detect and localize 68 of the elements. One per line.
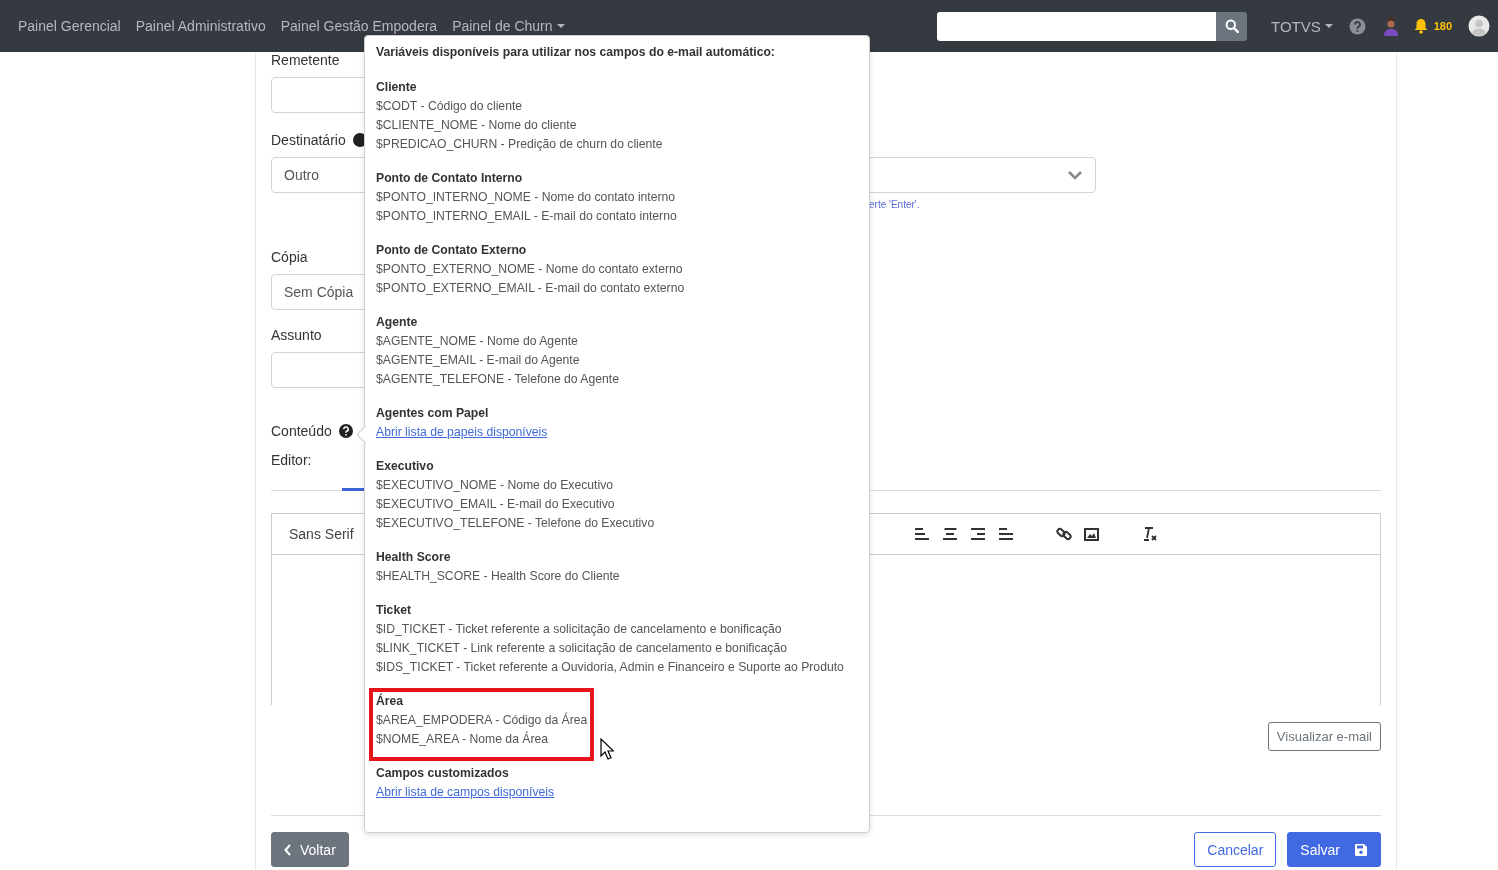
variable-line: $AREA_EMPODERA - Código da Área [376, 711, 588, 729]
field-label: Editor: [271, 452, 312, 468]
nav-link[interactable]: Painel Gerencial [18, 18, 121, 34]
variable-line: $PONTO_EXTERNO_NOME - Nome do contato externo [376, 261, 684, 278]
nav-link[interactable]: Painel de Churn [452, 18, 565, 34]
variable-line: $PONTO_INTERNO_NOME - Nome do contato interno [376, 189, 677, 206]
clear-format-icon[interactable] [1141, 526, 1158, 542]
field-hint: erte 'Enter'. [869, 199, 920, 211]
bell-icon[interactable] [1413, 18, 1428, 34]
variable-line: $AGENTE_NOME - Nome do Agente [376, 333, 579, 350]
variable-line: $HEALTH_SCORE - Health Score do Cliente [376, 568, 620, 585]
section-title: Agentes com Papel [376, 405, 490, 422]
section-title: Ticket [376, 602, 412, 619]
field-label: Destinatário [271, 132, 346, 148]
cursor-icon [600, 738, 614, 760]
org-menu[interactable]: TOTVS [1271, 17, 1333, 35]
section-title: Executivo [376, 458, 435, 475]
caret-icon [1324, 24, 1333, 28]
link-icon[interactable] [1056, 526, 1072, 542]
variable-line: $LINK_TICKET - Link referente a solicitação de cancelamento e bonificação [376, 640, 788, 657]
align-icon[interactable] [942, 527, 958, 541]
preview-button[interactable]: Visualizar e-mail [1267, 722, 1381, 751]
back-button[interactable]: Voltar [271, 832, 349, 867]
list-link[interactable]: Abrir lista de campos disponíveis [376, 783, 555, 802]
variable-line: $EXECUTIVO_NOME - Nome do Executivo [376, 477, 615, 494]
nav-link[interactable]: Painel Administrativo [135, 18, 266, 34]
user-figure-icon[interactable] [1381, 16, 1400, 36]
align-icon[interactable] [998, 527, 1014, 541]
list-link[interactable]: Abrir lista de papeis disponíveis [376, 423, 548, 442]
section-title: Área [376, 692, 405, 710]
variable-line: $AGENTE_EMAIL - E-mail do Agente [376, 352, 581, 369]
variable-line: $ID_TICKET - Ticket referente a solicitação de cancelamento e bonificação [376, 621, 783, 638]
search-icon [1224, 19, 1239, 33]
section-title: Health Score [376, 549, 452, 566]
save-button[interactable]: Salvar [1287, 832, 1381, 867]
section-title: Ponto de Contato Externo [376, 242, 528, 259]
field-label: Cópia [271, 249, 308, 265]
section-title: Ponto de Contato Interno [376, 170, 524, 187]
image-icon[interactable] [1084, 527, 1099, 541]
section-title: Campos customizados [376, 765, 510, 782]
section-title: Agente [376, 314, 419, 331]
field-label: Conteúdo [271, 423, 332, 439]
cancel-button[interactable]: Cancelar [1194, 832, 1277, 867]
section-title: Cliente [376, 79, 418, 96]
variable-line: $EXECUTIVO_TELEFONE - Telefone do Executivo [376, 515, 655, 532]
field-label: Remetente [271, 52, 340, 68]
notification-count: 180 [1433, 20, 1453, 32]
align-icon[interactable] [970, 527, 986, 541]
variable-line: $EXECUTIVO_EMAIL - E-mail do Executivo [376, 496, 616, 513]
help-icon[interactable] [338, 424, 353, 438]
avatar-icon[interactable] [1468, 15, 1491, 37]
search-field[interactable] [937, 11, 1216, 41]
search-button[interactable] [1216, 11, 1247, 41]
variable-line: $NOME_AREA - Nome da Área [376, 730, 550, 748]
nav-link[interactable]: Painel Gestão Empodera [280, 18, 438, 34]
variable-line: $PONTO_INTERNO_EMAIL - E-mail do contato interno [376, 208, 677, 225]
chevron-left-icon [284, 843, 292, 856]
align-icon[interactable] [914, 527, 930, 541]
popover-title: Variáveis disponíveis para utilizar nos campos do e-mail automático: [376, 44, 776, 60]
caret-icon [556, 24, 565, 28]
chevron-down-icon [1067, 170, 1083, 180]
variable-line: $PONTO_EXTERNO_EMAIL - E-mail do contato externo [376, 280, 685, 297]
variable-line: $AGENTE_TELEFONE - Telefone do Agente [376, 371, 619, 388]
variable-line: $PREDICAO_CHURN - Predição de churn do cliente [376, 136, 663, 153]
field-label: Assunto [271, 327, 322, 343]
variable-line: $CODT - Código do cliente [376, 98, 524, 115]
variable-line: $IDS_TICKET - Ticket referente a Ouvidoria, Admin e Financeiro e Suporte ao Produto [376, 659, 844, 676]
variable-line: $CLIENTE_NOME - Nome do cliente [376, 117, 578, 134]
